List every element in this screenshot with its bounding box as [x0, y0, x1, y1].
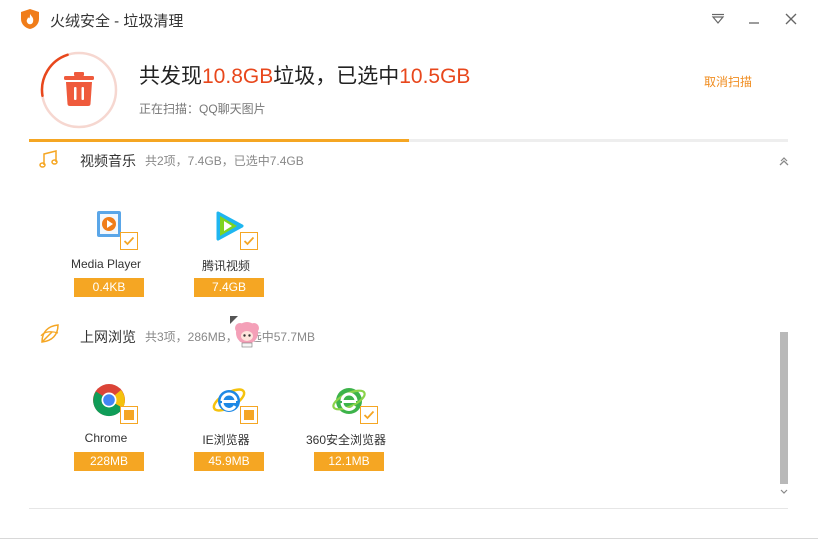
minimize-icon — [749, 22, 759, 24]
junk-item-tencent-video[interactable]: 腾讯视频 7.4GB — [191, 208, 281, 320]
item-checkbox[interactable] — [240, 406, 258, 424]
title-bar: 火绒安全 - 垃圾清理 — [0, 0, 818, 38]
junk-item-360-browser[interactable]: 360安全浏览器 12.1MB — [306, 382, 401, 494]
category-header-video-music[interactable]: 视频音乐 共2项，7.4GB，已选中7.4GB — [0, 145, 818, 171]
item-size-badge: 7.4GB — [194, 278, 264, 297]
checkmark-icon — [243, 236, 255, 246]
item-name: 360安全浏览器 — [305, 433, 387, 447]
junk-item-chrome[interactable]: Chrome 228MB — [71, 382, 161, 494]
item-checkbox[interactable] — [360, 406, 378, 424]
item-checkbox[interactable] — [120, 232, 138, 250]
item-size-badge: 12.1MB — [314, 452, 384, 471]
item-name: Media Player — [70, 257, 142, 271]
selected-size: 10.5GB — [399, 65, 471, 88]
category-header-web-browsing[interactable]: 上网浏览 共3项，286MB，已选中57.7MB — [0, 322, 818, 348]
scan-result-headline: 共发现10.8GB垃圾，已选中10.5GB — [139, 60, 470, 90]
item-size-badge: 45.9MB — [194, 452, 264, 471]
junk-item-media-player[interactable]: Media Player 0.4KB — [71, 208, 161, 320]
item-name: IE浏览器 — [202, 433, 250, 447]
found-size: 10.8GB — [202, 65, 274, 88]
junk-category-list: 视频音乐 共2项，7.4GB，已选中7.4GB Media Player 0.4… — [0, 142, 818, 508]
huorong-shield-icon — [21, 9, 39, 29]
scroll-up-arrow-icon[interactable] — [779, 155, 789, 163]
headline-middle: 垃圾，已选中 — [273, 65, 400, 88]
checkmark-icon — [363, 410, 375, 420]
menu-dropdown-button[interactable] — [707, 8, 729, 30]
window-bottom-border — [0, 538, 818, 539]
item-name: 腾讯视频 — [201, 259, 250, 273]
trash-can-icon — [64, 72, 94, 106]
dropdown-triangle-icon — [711, 13, 725, 24]
close-icon — [785, 13, 797, 25]
window-title: 火绒安全 - 垃圾清理 — [50, 13, 184, 30]
list-bottom-divider — [29, 508, 788, 509]
headline-prefix: 共发现 — [139, 65, 202, 88]
cancel-scan-button[interactable]: 取消扫描 — [704, 73, 752, 90]
item-size-badge: 0.4KB — [74, 278, 144, 297]
scan-status: 正在扫描：QQ聊天图片 — [139, 102, 266, 116]
minimize-button[interactable] — [743, 8, 765, 30]
anime-girl-sticker-icon — [230, 316, 259, 348]
item-checkbox[interactable] — [240, 232, 258, 250]
category-name: 视频音乐 — [80, 153, 136, 169]
music-note-icon — [39, 150, 58, 168]
item-checkbox[interactable] — [120, 406, 138, 424]
checkmark-icon — [123, 236, 135, 246]
item-size-badge: 228MB — [74, 452, 144, 471]
category-name: 上网浏览 — [80, 329, 136, 345]
category-summary: 共2项，7.4GB，已选中7.4GB — [145, 154, 304, 168]
browser-leaf-icon — [40, 324, 59, 343]
scroll-down-arrow-icon[interactable] — [779, 488, 789, 496]
scrollbar-thumb[interactable] — [780, 332, 788, 484]
junk-item-ie[interactable]: IE浏览器 45.9MB — [191, 382, 281, 494]
close-button[interactable] — [780, 8, 802, 30]
item-name: Chrome — [84, 431, 128, 445]
